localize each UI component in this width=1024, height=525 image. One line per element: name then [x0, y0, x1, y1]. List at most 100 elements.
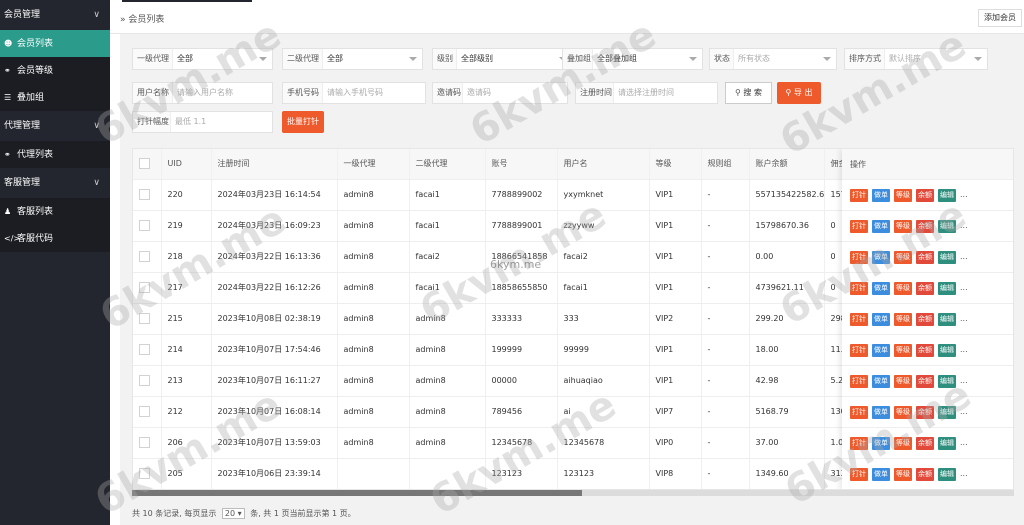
more-button[interactable]: ... [960, 468, 968, 479]
op-button[interactable]: 打针 [850, 282, 868, 295]
row-checkbox-cell[interactable] [133, 272, 162, 304]
op-button[interactable]: 余额 [916, 468, 934, 481]
op-button[interactable]: 编辑 [938, 282, 956, 295]
checkbox[interactable] [139, 437, 150, 448]
checkbox[interactable] [139, 375, 150, 386]
checkbox[interactable] [139, 189, 150, 200]
op-button[interactable]: 做单 [872, 282, 890, 295]
op-button[interactable]: 做单 [872, 189, 890, 202]
op-button[interactable]: 编辑 [938, 251, 956, 264]
agent2-select[interactable]: 二级代理 全部 [282, 48, 423, 70]
op-button[interactable]: 等级 [894, 220, 912, 233]
op-button[interactable]: 编辑 [938, 220, 956, 233]
more-button[interactable]: ... [960, 282, 968, 293]
reg-time-input[interactable]: 请选择注册时间 [614, 83, 717, 103]
checkbox[interactable] [139, 344, 150, 355]
level-select[interactable]: 级别 全部级别 [432, 48, 573, 70]
op-button[interactable]: 等级 [894, 251, 912, 264]
op-button[interactable]: 等级 [894, 344, 912, 357]
username-input[interactable]: 请输入用户名称 [173, 83, 272, 103]
row-checkbox-cell[interactable] [133, 303, 162, 335]
op-button[interactable]: 余额 [916, 282, 934, 295]
row-checkbox-cell[interactable] [133, 427, 162, 459]
scrollbar-thumb[interactable] [132, 490, 582, 496]
op-button[interactable]: 打针 [850, 313, 868, 326]
more-button[interactable]: ... [960, 344, 968, 355]
sidebar-item[interactable]: ☰ 叠加组 [0, 84, 110, 111]
op-button[interactable]: 编辑 [938, 189, 956, 202]
horizontal-scrollbar[interactable] [132, 490, 1014, 496]
op-button[interactable]: 做单 [872, 468, 890, 481]
status-select[interactable]: 状态 所有状态 [709, 48, 837, 70]
op-button[interactable]: 打针 [850, 437, 868, 450]
row-checkbox-cell[interactable] [133, 334, 162, 366]
more-button[interactable]: ... [960, 251, 968, 262]
op-button[interactable]: 编辑 [938, 313, 956, 326]
op-button[interactable]: 打针 [850, 251, 868, 264]
op-button[interactable]: 等级 [894, 282, 912, 295]
checkbox[interactable] [139, 406, 150, 417]
checkbox[interactable] [139, 220, 150, 231]
row-checkbox-cell[interactable] [133, 210, 162, 242]
page-size-select[interactable]: 20 ▾ [221, 508, 245, 519]
row-checkbox-cell[interactable] [133, 241, 162, 273]
punch-range-input[interactable]: 最低 1.1 [171, 112, 272, 132]
invite-input[interactable]: 邀请码 [463, 83, 567, 103]
op-button[interactable]: 打针 [850, 468, 868, 481]
row-checkbox-cell[interactable] [133, 365, 162, 397]
op-button[interactable]: 打针 [850, 406, 868, 419]
phone-input[interactable]: 请输入手机号码 [323, 83, 425, 103]
row-checkbox-cell[interactable] [133, 458, 162, 489]
phone-field[interactable]: 手机号码 请输入手机号码 [282, 82, 426, 104]
search-button[interactable]: ⚲ 搜 索 [725, 82, 772, 104]
checkbox[interactable] [139, 468, 150, 479]
op-button[interactable]: 做单 [872, 313, 890, 326]
sidebar-group[interactable]: 代理管理 ∨ [0, 111, 110, 141]
reg-time-field[interactable]: 注册时间 请选择注册时间 [575, 82, 718, 104]
op-button[interactable]: 等级 [894, 313, 912, 326]
header-checkbox-cell[interactable] [133, 149, 162, 180]
op-button[interactable]: 余额 [916, 406, 934, 419]
op-button[interactable]: 余额 [916, 375, 934, 388]
op-button[interactable]: 余额 [916, 313, 934, 326]
sidebar-item[interactable]: ⚭ 会员等级 [0, 57, 110, 84]
op-button[interactable]: 等级 [894, 468, 912, 481]
op-button[interactable]: 打针 [850, 375, 868, 388]
op-button[interactable]: 打针 [850, 344, 868, 357]
sidebar-item[interactable]: ♟ 客服列表 [0, 198, 110, 225]
op-button[interactable]: 编辑 [938, 437, 956, 450]
op-button[interactable]: 余额 [916, 437, 934, 450]
op-button[interactable]: 编辑 [938, 406, 956, 419]
checkbox[interactable] [139, 251, 150, 262]
op-button[interactable]: 等级 [894, 375, 912, 388]
more-button[interactable]: ... [960, 406, 968, 417]
op-button[interactable]: 打针 [850, 189, 868, 202]
op-button[interactable]: 做单 [872, 220, 890, 233]
more-button[interactable]: ... [960, 220, 968, 231]
op-button[interactable]: 编辑 [938, 344, 956, 357]
checkbox[interactable] [139, 282, 150, 293]
row-checkbox-cell[interactable] [133, 396, 162, 428]
op-button[interactable]: 余额 [916, 344, 934, 357]
sidebar-group[interactable]: 客服管理 ∨ [0, 168, 110, 198]
op-button[interactable]: 余额 [916, 220, 934, 233]
op-button[interactable]: 做单 [872, 375, 890, 388]
more-button[interactable]: ... [960, 189, 968, 200]
stack-group-select[interactable]: 叠加组 全部叠加组 [562, 48, 703, 70]
op-button[interactable]: 余额 [916, 189, 934, 202]
punch-range-field[interactable]: 打针幅度 最低 1.1 [132, 111, 273, 133]
username-field[interactable]: 用户名称 请输入用户名称 [132, 82, 273, 104]
op-button[interactable]: 做单 [872, 344, 890, 357]
row-checkbox-cell[interactable] [133, 179, 162, 211]
invite-field[interactable]: 邀请码 邀请码 [432, 82, 568, 104]
op-button[interactable]: 做单 [872, 437, 890, 450]
sidebar-item[interactable]: </>客服代码 [0, 225, 110, 252]
sidebar-item[interactable]: ☻ 会员列表 [0, 30, 110, 57]
op-button[interactable]: 做单 [872, 406, 890, 419]
export-button[interactable]: ⚲ 导 出 [777, 82, 821, 104]
op-button[interactable]: 等级 [894, 189, 912, 202]
sidebar-group[interactable]: 会员管理 ∨ [0, 0, 110, 30]
sort-select[interactable]: 排序方式 默认排序 [844, 48, 988, 70]
more-button[interactable]: ... [960, 437, 968, 448]
checkbox[interactable] [139, 313, 150, 324]
